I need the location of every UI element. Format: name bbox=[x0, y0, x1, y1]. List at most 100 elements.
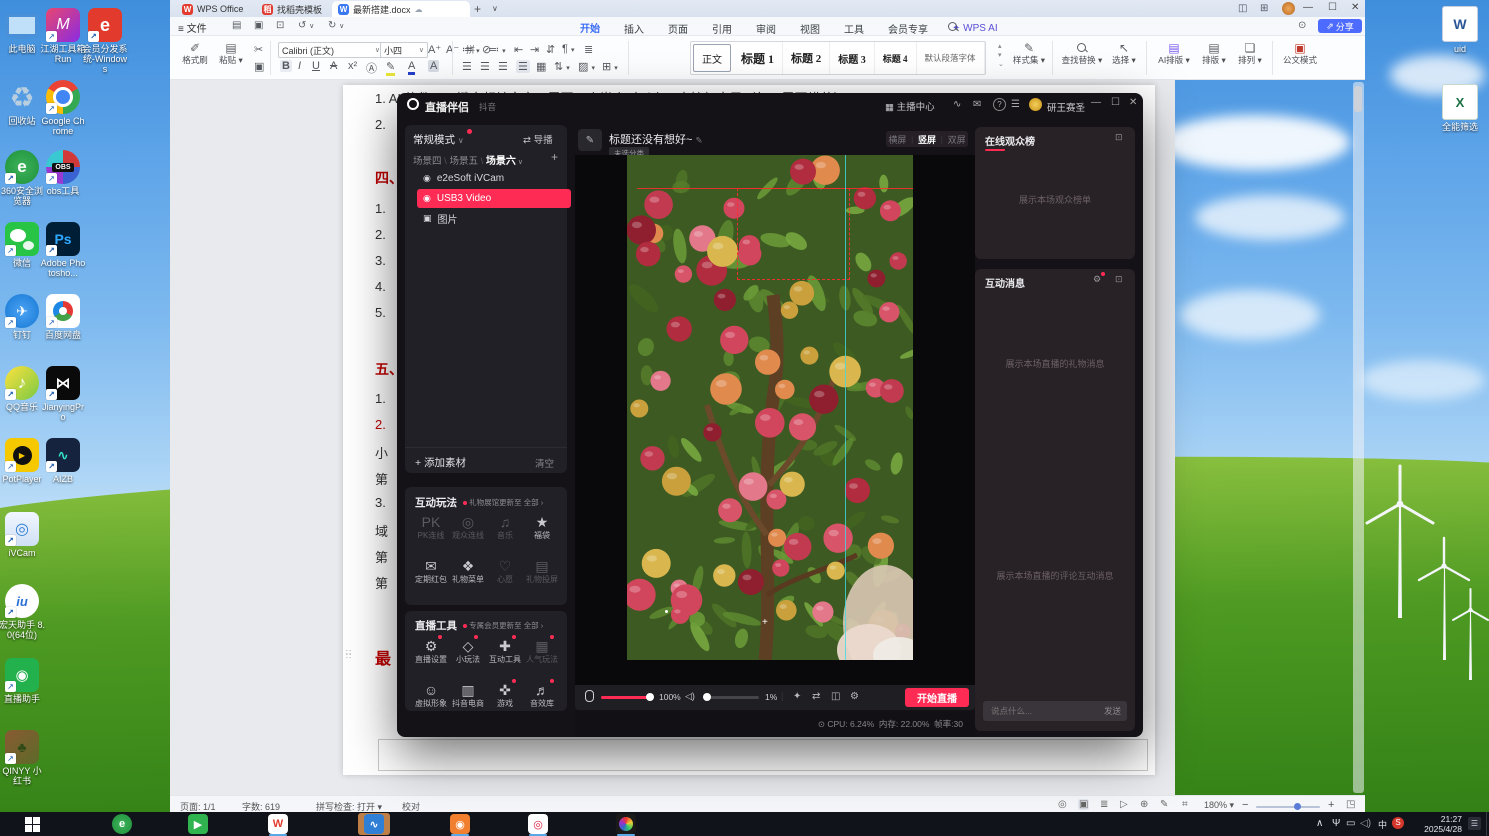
quick-save-icon[interactable]: ▤ bbox=[232, 20, 241, 31]
bold-button[interactable]: B bbox=[280, 60, 292, 72]
mode-2[interactable]: 双屏 bbox=[948, 133, 966, 146]
popout-icon[interactable]: ⊡ bbox=[1115, 132, 1123, 143]
tray-speaker-icon[interactable]: ◁) bbox=[1360, 818, 1371, 829]
desktop-icon-ivcam[interactable]: ◎ ↗ iVCam bbox=[0, 512, 45, 558]
style-set-button[interactable]: ✎ 样式集 ▾ bbox=[1012, 41, 1046, 65]
volume-slider-track[interactable] bbox=[703, 696, 759, 699]
text-direction-icon[interactable]: ⇵ bbox=[546, 43, 555, 56]
new-tab-button[interactable]: + bbox=[474, 2, 481, 16]
eye-protection-icon[interactable]: ◎ bbox=[1058, 799, 1067, 810]
desktop-icon-obs[interactable]: OBS ↗ obs工具 bbox=[40, 150, 86, 196]
source-2[interactable]: ▣ 图片 bbox=[417, 209, 571, 228]
workspace-icon[interactable]: ◫ bbox=[1238, 3, 1247, 14]
anchor-center-button[interactable]: ▦ 主播中心 bbox=[885, 99, 935, 113]
interact-item-4[interactable]: ✉ 定期红包 bbox=[412, 557, 450, 585]
tools-item-2[interactable]: ✚ 互动工具 bbox=[486, 635, 524, 665]
sort-icon[interactable]: ⇅ ▾ bbox=[554, 60, 570, 73]
align-center-button[interactable]: ☰ bbox=[480, 60, 490, 73]
desktop-icon-pc[interactable]: 此电脑 bbox=[0, 8, 45, 54]
tray-input-indicator[interactable]: 中 bbox=[1378, 818, 1387, 831]
desktop-icon-wechat[interactable]: ↗ 微信 bbox=[0, 222, 45, 268]
desktop-icon-recycle[interactable]: ♻ 回收站 bbox=[0, 80, 45, 127]
scene-tab-2[interactable]: 场景六 bbox=[486, 156, 516, 167]
char-border-button[interactable]: Ⓐ bbox=[366, 60, 377, 76]
maximize-button[interactable]: ☐ bbox=[1328, 2, 1337, 13]
font-color-button[interactable]: A bbox=[408, 60, 416, 75]
eye-protect-icon[interactable]: ⊙ bbox=[1298, 20, 1306, 31]
align-left-button[interactable]: ☰ bbox=[462, 60, 472, 73]
mic-slider-track[interactable] bbox=[601, 696, 651, 699]
tab-list-chevron[interactable]: ∨ bbox=[492, 4, 498, 13]
desktop-icon-potplayer[interactable]: ▶ ↗ PotPlayer bbox=[0, 438, 45, 484]
scroll-thumb[interactable] bbox=[1354, 86, 1362, 112]
page-view-icon[interactable]: ▣ bbox=[1078, 799, 1090, 810]
taskbar-camera-app[interactable]: ◉ bbox=[450, 814, 470, 834]
tab-wps-office[interactable]: W WPS Office bbox=[176, 2, 249, 16]
cut-icon[interactable]: ✂ bbox=[254, 43, 263, 56]
source-selected-1[interactable]: ◉ USB3 Video bbox=[417, 189, 571, 208]
fullscreen-icon[interactable]: ◳ bbox=[1346, 799, 1355, 810]
username[interactable]: 研王赛圣 bbox=[1047, 100, 1085, 114]
help-icon[interactable]: ? bbox=[993, 98, 1006, 111]
arrange-button[interactable]: ❏ 排列 ▾ bbox=[1234, 41, 1266, 65]
viewers-title[interactable]: 在线观众榜 bbox=[985, 133, 1035, 148]
interact-item-1[interactable]: ◎ 观众连线 bbox=[449, 513, 487, 541]
outline-view-icon[interactable]: ≣ bbox=[1100, 799, 1108, 810]
taskbar-wps[interactable]: W bbox=[268, 814, 288, 834]
desktop-icon-c360[interactable]: e ↗ 360安全浏览器 bbox=[0, 150, 45, 206]
interact-item-5[interactable]: ❖ 礼物菜单 bbox=[449, 557, 487, 585]
zoom-level[interactable]: 180% ▾ bbox=[1204, 800, 1234, 811]
tray-display-icon[interactable]: ▭ bbox=[1346, 818, 1355, 829]
tools-item-7[interactable]: ♬ 音效库 bbox=[523, 679, 561, 709]
font-name-select[interactable]: Calibri (正文) ∨ bbox=[278, 42, 384, 58]
interact-item-7[interactable]: ▤ 礼物投屏 bbox=[523, 557, 561, 585]
drag-handle[interactable]: ∷ ∷ bbox=[346, 649, 355, 664]
gallery-scroll-arrows[interactable]: ▴ ▾ ⌄ bbox=[998, 42, 1004, 69]
director-button[interactable]: ⇄ 导播 bbox=[523, 132, 553, 146]
desktop-icon-qinyy[interactable]: ♣ ↗ QINYY 小红书 bbox=[0, 730, 45, 786]
close-button[interactable]: ✕ bbox=[1351, 2, 1359, 13]
desktop-icon-aizb[interactable]: ∿ ↗ AIZB bbox=[40, 438, 86, 484]
mode-0[interactable]: 横屏 bbox=[888, 133, 906, 146]
desktop-icon-ps[interactable]: Ps ↗ Adobe Photosho... bbox=[40, 222, 86, 278]
select-button[interactable]: ↖ 选择 ▾ bbox=[1108, 41, 1140, 65]
taskbar-video-app[interactable]: ▶ bbox=[188, 814, 208, 834]
chat-input-box[interactable]: 发送 bbox=[983, 701, 1127, 721]
desktop-icon-huiyuan[interactable]: e ↗ 会员分发系统-Windows bbox=[82, 8, 128, 74]
menu-icon[interactable]: ☰ bbox=[1011, 99, 1020, 110]
apps-grid-icon[interactable]: ⊞ bbox=[1260, 3, 1268, 14]
account-avatar[interactable] bbox=[1282, 2, 1295, 15]
app-maximize-button[interactable]: ☐ bbox=[1111, 97, 1120, 108]
tools-notice[interactable]: 专属会员更新至 全部 › bbox=[463, 620, 543, 631]
line-spacing-icon[interactable]: ≣ bbox=[584, 43, 593, 56]
app-minimize-button[interactable]: — bbox=[1091, 97, 1101, 108]
layout-button[interactable]: ▤ 排版 ▾ bbox=[1198, 41, 1230, 65]
paste-button[interactable]: ▤ 粘贴 ▾ bbox=[214, 41, 248, 65]
find-replace-button[interactable]: 查找替换 ▾ bbox=[1060, 41, 1104, 65]
effects-icon[interactable]: ✦ bbox=[793, 691, 801, 702]
copy-icon[interactable]: ▣ bbox=[254, 60, 264, 73]
desktop-icon-hongtian[interactable]: iu ↗ 宏天助手 8.0(64位) bbox=[0, 584, 45, 640]
taskbar-live-companion[interactable]: ◎ bbox=[528, 814, 548, 834]
scene-tab-1[interactable]: 场景五 bbox=[449, 156, 478, 167]
desktop-icon-jianghu[interactable]: M ↗ 江湖工具箱 Run bbox=[40, 8, 86, 64]
tools-item-3[interactable]: ▦ 人气玩法 bbox=[523, 635, 561, 665]
read-mode-icon[interactable]: ▷ bbox=[1120, 799, 1128, 810]
message-icon[interactable]: ✉ bbox=[973, 99, 981, 110]
tab-current-document[interactable]: W 最新搭建.docx ☁ bbox=[332, 1, 470, 17]
camera-flip-icon[interactable]: ⇄ bbox=[812, 691, 820, 702]
scene-tab-0[interactable]: 场景四 bbox=[413, 156, 442, 167]
desktop-icon-chrome[interactable]: ↗ Google Chrome bbox=[40, 80, 86, 136]
superscript-button[interactable]: x² bbox=[348, 60, 357, 72]
style-4[interactable]: 标题 4 bbox=[875, 42, 917, 74]
char-shading-button[interactable]: A bbox=[428, 60, 440, 72]
tray-clock[interactable]: 21:27 2025/4/28 bbox=[1410, 814, 1462, 834]
fit-page-icon[interactable]: ⌗ bbox=[1182, 799, 1188, 810]
settings-gear-icon[interactable]: ⚙ bbox=[850, 691, 859, 702]
quick-export-icon[interactable]: ▣ bbox=[254, 20, 263, 31]
file-menu[interactable]: ≡ 文件 bbox=[178, 20, 207, 35]
align-justify-button[interactable]: ☰ bbox=[516, 60, 530, 73]
show-desktop-button[interactable] bbox=[1486, 812, 1487, 836]
desktop-icon-qqmusic[interactable]: ♪ ↗ QQ音乐 bbox=[0, 366, 45, 412]
number-list-button[interactable]: ≕ ▾ bbox=[488, 43, 506, 56]
